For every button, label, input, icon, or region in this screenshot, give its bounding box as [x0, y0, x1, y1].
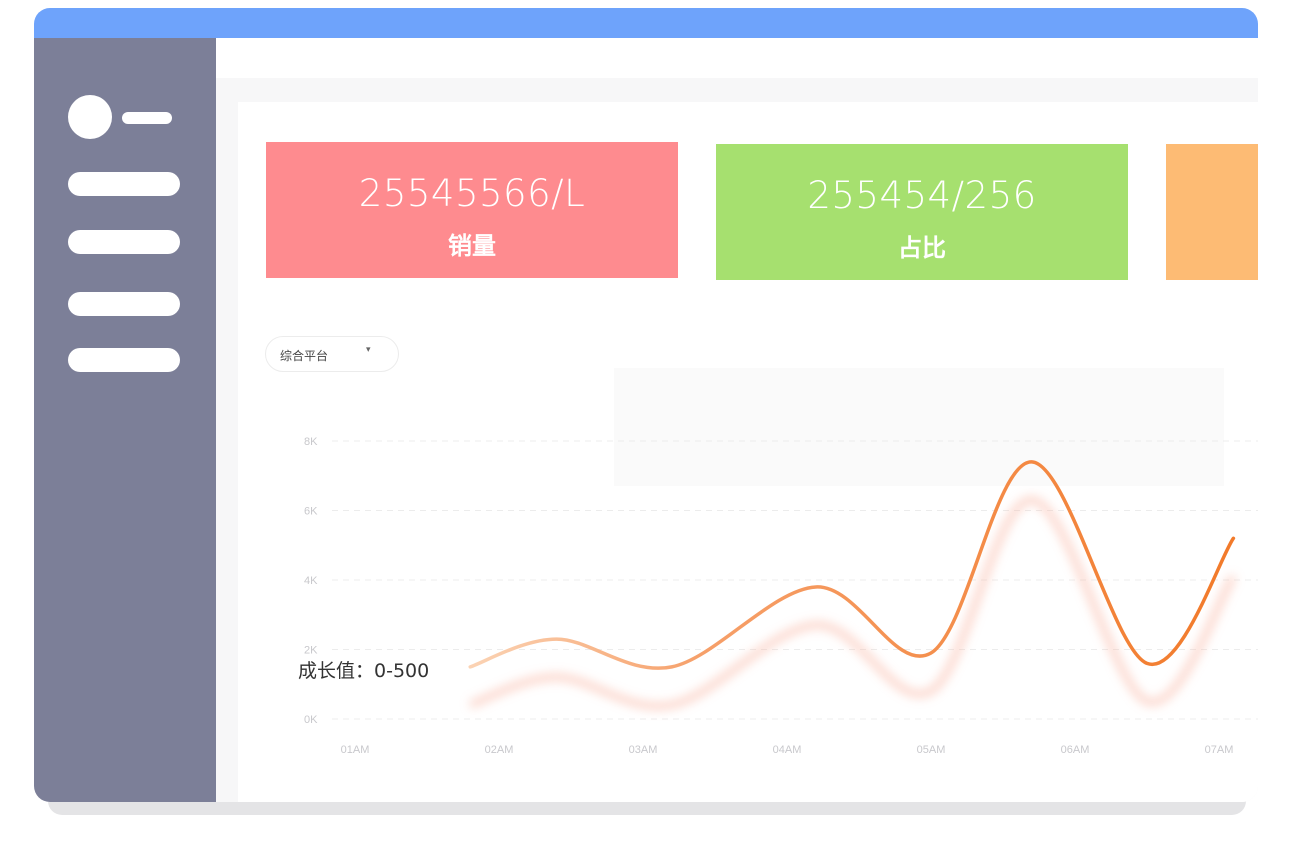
y-tick-label: 4K [304, 575, 318, 587]
y-tick-label: 0K [304, 714, 318, 726]
y-tick-label: 6K [304, 506, 318, 518]
x-tick-label: 04AM [773, 744, 802, 756]
x-tick-label: 06AM [1061, 744, 1090, 756]
data-point[interactable] [930, 651, 933, 654]
data-point[interactable] [469, 665, 472, 668]
x-tick-label: 05AM [917, 744, 946, 756]
growth-range-label: 成长值：0-500 [298, 660, 430, 682]
data-point[interactable] [1232, 537, 1235, 540]
data-point[interactable] [1030, 460, 1033, 463]
data-point[interactable] [555, 638, 558, 641]
y-tick-label: 8K [304, 436, 318, 448]
data-point[interactable] [670, 665, 673, 668]
x-tick-label: 07AM [1205, 744, 1234, 756]
y-tick-label: 2K [304, 645, 318, 657]
x-tick-label: 02AM [485, 744, 514, 756]
data-point[interactable] [814, 585, 817, 588]
x-tick-label: 01AM [341, 744, 370, 756]
line-chart: 0K 2K 4K 6K 8K 01AM 02AM 03AM 04AM 05AM 06AM 07AM [304, 436, 1258, 756]
data-point[interactable] [1146, 662, 1149, 665]
x-tick-label: 03AM [629, 744, 658, 756]
